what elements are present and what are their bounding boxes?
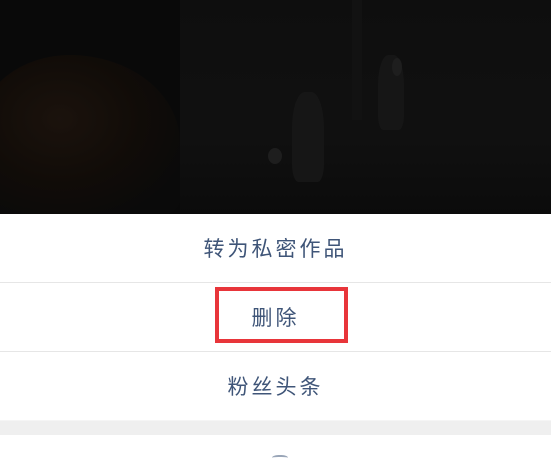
- sheet-gap: [0, 421, 551, 435]
- delete-button[interactable]: 删除: [0, 283, 551, 351]
- action-sheet: 转为私密作品 删除 粉丝头条: [0, 214, 551, 460]
- dim-overlay: [0, 0, 551, 214]
- dimmed-photo-background[interactable]: [0, 0, 551, 214]
- delete-label: 删除: [251, 306, 300, 330]
- cancel-button[interactable]: [0, 435, 551, 460]
- make-private-label: 转为私密作品: [203, 237, 348, 261]
- cancel-label-partial: [272, 455, 288, 460]
- screen: 转为私密作品 删除 粉丝头条: [0, 0, 551, 460]
- fans-headline-label: 粉丝头条: [227, 375, 324, 399]
- fans-headline-button[interactable]: 粉丝头条: [0, 352, 551, 420]
- make-private-button[interactable]: 转为私密作品: [0, 214, 551, 282]
